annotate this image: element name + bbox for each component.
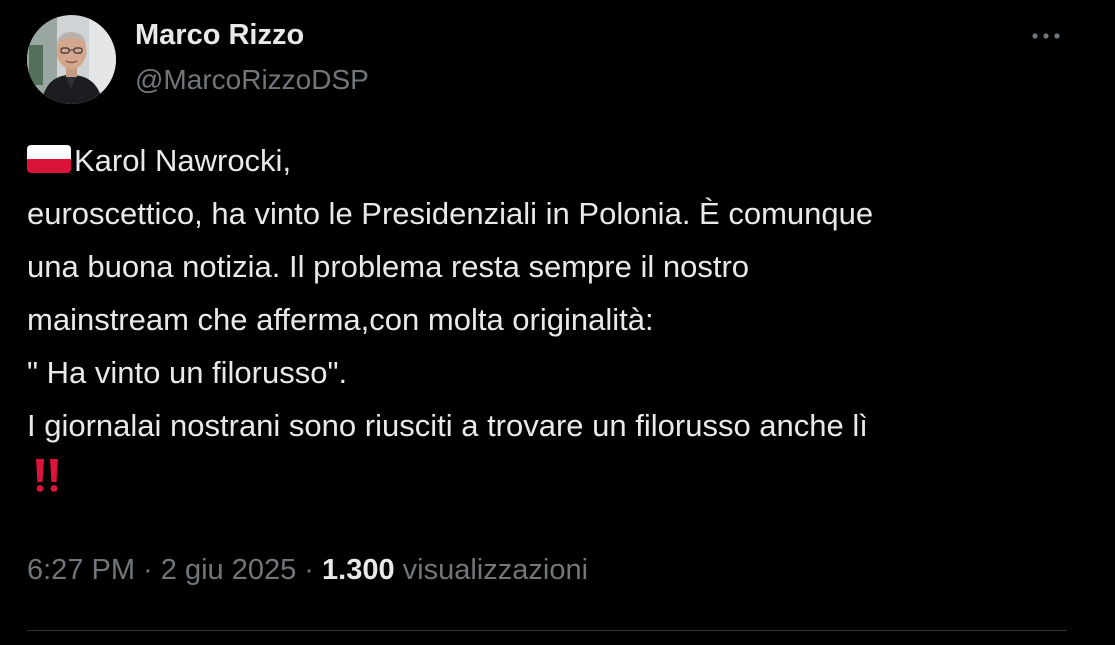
more-options-button[interactable] [1026, 20, 1066, 52]
more-horizontal-icon [1032, 33, 1060, 39]
tweet-line: euroscettico, ha vinto le Presidenziali … [27, 196, 874, 231]
views-count: 1.300 [322, 554, 395, 586]
tweet-line: una buona notizia. Il problema resta sem… [27, 249, 750, 284]
author-handle[interactable]: @MarcoRizzoDSP [135, 64, 369, 96]
tweet-line: I giornalai nostrani sono riusciti a tro… [27, 408, 868, 443]
tweet-line-text: Karol Nawrocki, [74, 143, 292, 178]
tweet-text: Karol Nawrocki, euroscettico, ha vinto l… [27, 134, 1087, 505]
double-exclamation-icon [27, 455, 67, 495]
tweet-line: " Ha vinto un filorusso". [27, 355, 348, 390]
author-name[interactable]: Marco Rizzo [135, 19, 304, 52]
views-label: visualizzazioni [394, 554, 589, 586]
poland-flag-icon [27, 143, 71, 175]
tweet-line: Karol Nawrocki, [27, 134, 1087, 187]
tweet-line [27, 452, 1087, 505]
tweet-time[interactable]: 6:27 PM [27, 554, 135, 586]
tweet-line: mainstream che afferma,con molta origina… [27, 302, 654, 337]
profile-photo [27, 15, 116, 104]
divider [27, 630, 1067, 631]
tweet-date[interactable]: 2 giu 2025 [161, 554, 296, 586]
meta-separator: · [135, 554, 161, 586]
tweet-card: Marco Rizzo @MarcoRizzoDSP Karol Nawrock… [0, 0, 1115, 645]
tweet-meta: 6:27 PM · 2 giu 2025 · 1.300 visualizzaz… [27, 554, 588, 587]
avatar[interactable] [27, 15, 116, 104]
meta-separator: · [296, 554, 323, 586]
